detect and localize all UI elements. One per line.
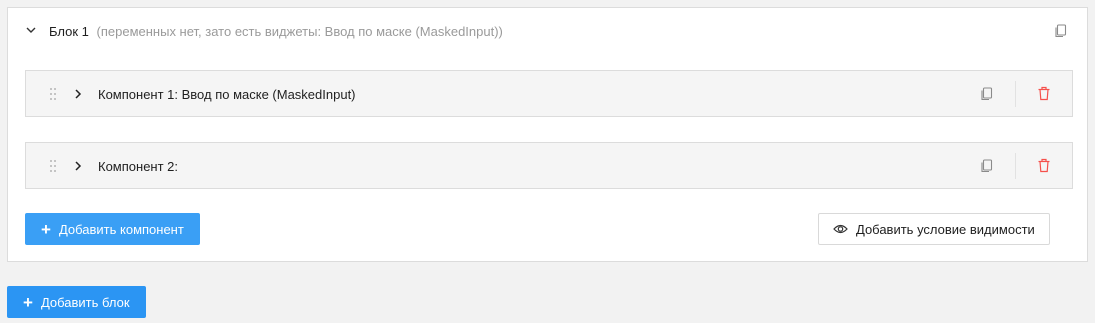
add-block-button[interactable]: + Добавить блок	[7, 286, 146, 318]
trash-icon[interactable]	[1037, 86, 1051, 101]
component-title: Компонент 2:	[98, 159, 179, 174]
add-visibility-condition-button[interactable]: Добавить условие видимости	[818, 213, 1050, 245]
chevron-right-icon[interactable]	[72, 160, 84, 172]
add-component-label: Добавить компонент	[58, 221, 184, 237]
add-component-button[interactable]: + Добавить компонент	[25, 213, 200, 245]
divider	[1015, 81, 1016, 107]
copy-icon[interactable]	[1054, 24, 1068, 38]
trash-icon[interactable]	[1037, 158, 1051, 173]
drag-handle-icon[interactable]	[48, 87, 58, 101]
component-title: Компонент 1: Ввод по маске (MaskedInput)	[98, 87, 356, 102]
divider	[1015, 153, 1016, 179]
chevron-right-icon[interactable]	[72, 88, 84, 100]
chevron-down-icon[interactable]	[25, 24, 37, 36]
block-header[interactable]: Блок 1 (переменных нет, зато есть виджет…	[8, 8, 1087, 54]
block-title-text: Блок 1	[49, 24, 89, 39]
component-row[interactable]: Компонент 2:	[25, 142, 1073, 189]
component-row[interactable]: Компонент 1: Ввод по маске (MaskedInput)	[25, 70, 1073, 117]
plus-icon: +	[23, 292, 33, 312]
drag-handle-icon[interactable]	[48, 159, 58, 173]
copy-icon[interactable]	[980, 159, 994, 173]
block-title: Блок 1 (переменных нет, зато есть виджет…	[49, 24, 503, 39]
eye-icon	[833, 224, 848, 234]
add-visibility-label: Добавить условие видимости	[856, 221, 1035, 237]
copy-icon[interactable]	[980, 87, 994, 101]
block-subtitle: (переменных нет, зато есть виджеты: Ввод…	[96, 24, 503, 39]
plus-icon: +	[41, 219, 51, 239]
add-block-label: Добавить блок	[40, 294, 130, 310]
block-panel: Блок 1 (переменных нет, зато есть виджет…	[7, 7, 1088, 262]
